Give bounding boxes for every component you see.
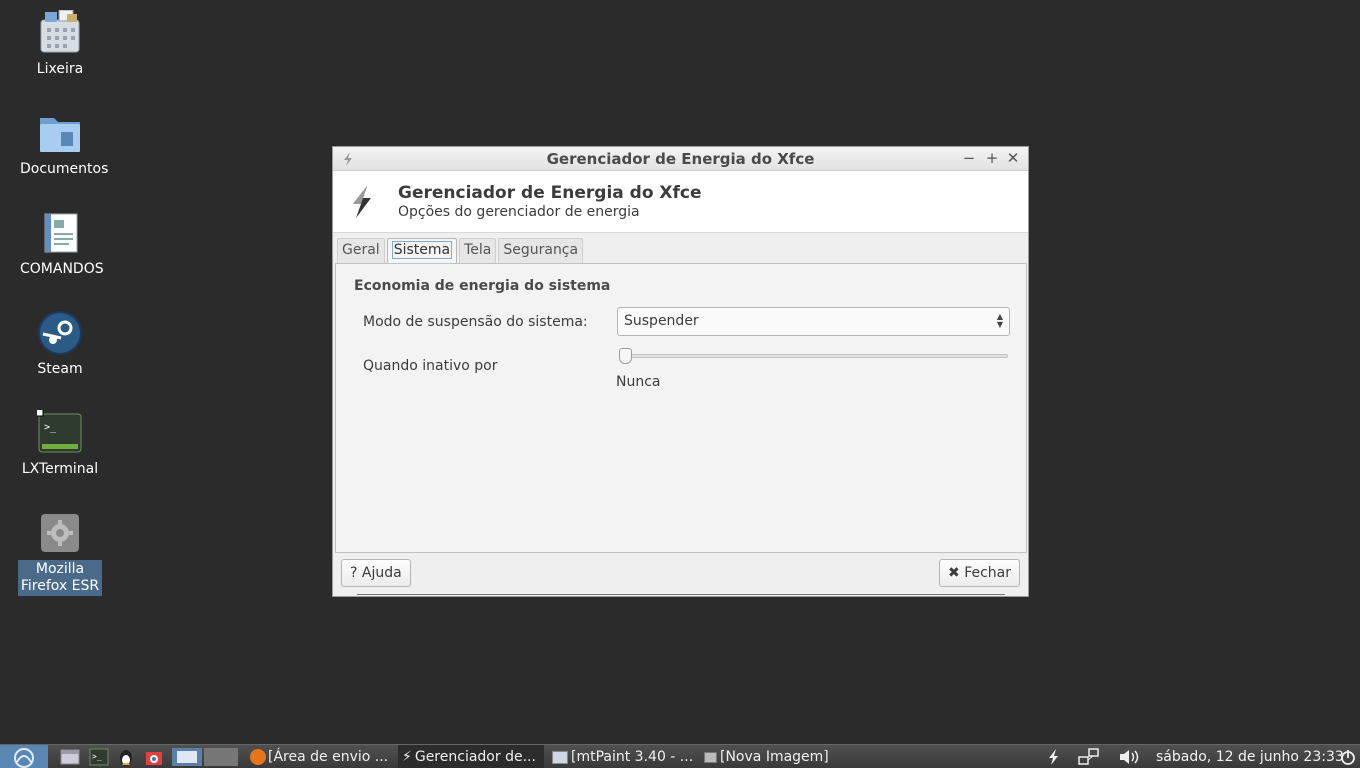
- terminal-icon: >_: [34, 407, 83, 456]
- suspend-mode-select[interactable]: Suspender ▲ ▼: [617, 307, 1010, 336]
- task-label: [Área de envio ...: [268, 749, 389, 765]
- desktop-icon-label: Lixeira: [36, 61, 84, 77]
- power-manager-window: Gerenciador de Energia do Xfce − + ✕ Ger…: [332, 146, 1029, 597]
- maximize-button[interactable]: +: [983, 149, 1001, 167]
- task-nova-imagem[interactable]: [Nova Imagem]: [700, 745, 850, 768]
- tab-label: Tela: [464, 242, 492, 258]
- task-label: [Nova Imagem]: [720, 749, 829, 765]
- desktop-icon-label: LXTerminal: [21, 461, 99, 477]
- power-manager-icon: [347, 184, 377, 220]
- desktop-icon-firefox[interactable]: Mozilla Firefox ESR: [18, 510, 102, 596]
- divider: [357, 594, 1005, 595]
- trash-icon: [37, 9, 83, 56]
- menu-logo-icon: [14, 748, 34, 768]
- desktop-icon-label: Documentos: [20, 161, 109, 177]
- folder-icon: [37, 110, 83, 156]
- help-icon: ?: [350, 565, 358, 581]
- desktop-pager-2[interactable]: [204, 748, 238, 766]
- header-subtitle: Opções do gerenciador de energia: [398, 204, 640, 220]
- inactive-label: Quando inativo por: [363, 358, 498, 374]
- taskbar: >_ [Área de envio ... ⚡ Gerenciador de...…: [0, 744, 1360, 768]
- tab-label: Segurança: [503, 242, 579, 258]
- volume-icon[interactable]: [1118, 748, 1142, 766]
- window-title: Gerenciador de Energia do Xfce: [546, 150, 815, 168]
- header-title: Gerenciador de Energia do Xfce: [398, 183, 702, 203]
- tab-seguranca[interactable]: Segurança: [498, 238, 584, 263]
- desktop-icon-steam[interactable]: Steam: [18, 310, 102, 379]
- sistema-panel: Economia de energia do sistema Modo de s…: [335, 263, 1027, 553]
- tab-sistema[interactable]: Sistema: [386, 238, 458, 263]
- document-icon: [37, 210, 83, 256]
- window-titlebar[interactable]: Gerenciador de Energia do Xfce − + ✕: [333, 147, 1028, 171]
- inactive-slider-track[interactable]: [626, 354, 1008, 358]
- penguin-icon[interactable]: [116, 748, 136, 766]
- screenshot-icon[interactable]: [144, 748, 164, 766]
- desktop-pager-1[interactable]: [172, 748, 202, 766]
- tab-bar: Geral Sistema Tela Segurança: [337, 238, 585, 263]
- gear-icon: [37, 510, 83, 556]
- task-mtpaint[interactable]: [mtPaint 3.40 - ...: [548, 745, 696, 768]
- desktop-icon-lxterminal[interactable]: >_ LXTerminal: [18, 407, 102, 479]
- power-tray-icon[interactable]: [1044, 748, 1064, 766]
- firefox-icon: [250, 749, 266, 765]
- terminal-launcher-icon[interactable]: >_: [89, 748, 109, 766]
- close-button[interactable]: ✖ Fechar: [939, 559, 1020, 587]
- minimize-button[interactable]: −: [960, 149, 978, 167]
- task-gerenciador[interactable]: ⚡ Gerenciador de...: [398, 745, 544, 768]
- tab-geral[interactable]: Geral: [337, 238, 385, 263]
- help-button-label: Ajuda: [361, 565, 402, 581]
- clock[interactable]: sábado, 12 de junho 23:33: [1156, 745, 1344, 768]
- task-label: [mtPaint 3.40 - ...: [571, 749, 694, 765]
- start-menu-button[interactable]: [0, 745, 48, 768]
- desktop-icon-comandos[interactable]: COMANDOS: [18, 210, 104, 279]
- network-icon[interactable]: [1078, 748, 1099, 766]
- image-icon: [704, 751, 717, 763]
- desktop-icon-label: Steam: [37, 361, 83, 377]
- desktop-icon-label: COMANDOS: [20, 261, 104, 277]
- tab-label: Sistema: [391, 241, 453, 259]
- close-button-label: Fechar: [964, 565, 1011, 581]
- desktop-icon-label: Mozilla Firefox ESR: [18, 560, 102, 596]
- svg-text:>_: >_: [44, 422, 57, 433]
- task-label: Gerenciador de...: [414, 749, 536, 765]
- tab-label: Geral: [342, 242, 380, 258]
- close-window-button[interactable]: ✕: [1004, 149, 1022, 167]
- steam-icon: [37, 310, 83, 356]
- dialog-header: Gerenciador de Energia do Xfce Opções do…: [333, 171, 1028, 233]
- inactive-slider-handle[interactable]: [619, 348, 632, 364]
- inactive-value: Nunca: [616, 374, 661, 390]
- shutdown-icon[interactable]: [1338, 748, 1358, 766]
- updown-arrows-icon: ▲ ▼: [996, 312, 1003, 329]
- help-button[interactable]: ? Ajuda: [341, 559, 411, 587]
- file-manager-icon[interactable]: [60, 748, 80, 766]
- task-area-de-envio[interactable]: [Área de envio ...: [246, 745, 394, 768]
- close-icon: ✖: [948, 565, 960, 581]
- section-title: Economia de energia do sistema: [354, 278, 611, 294]
- power-icon: ⚡: [402, 749, 412, 765]
- desktop-icon-lixeira[interactable]: Lixeira: [18, 9, 102, 79]
- suspend-mode-label: Modo de suspensão do sistema:: [363, 314, 588, 330]
- svg-text:>_: >_: [92, 752, 102, 761]
- window-icon: [552, 750, 568, 764]
- suspend-mode-value: Suspender: [624, 313, 699, 329]
- tab-tela[interactable]: Tela: [459, 238, 497, 263]
- desktop-icon-documentos[interactable]: Documentos: [18, 110, 109, 179]
- power-icon: [341, 151, 355, 167]
